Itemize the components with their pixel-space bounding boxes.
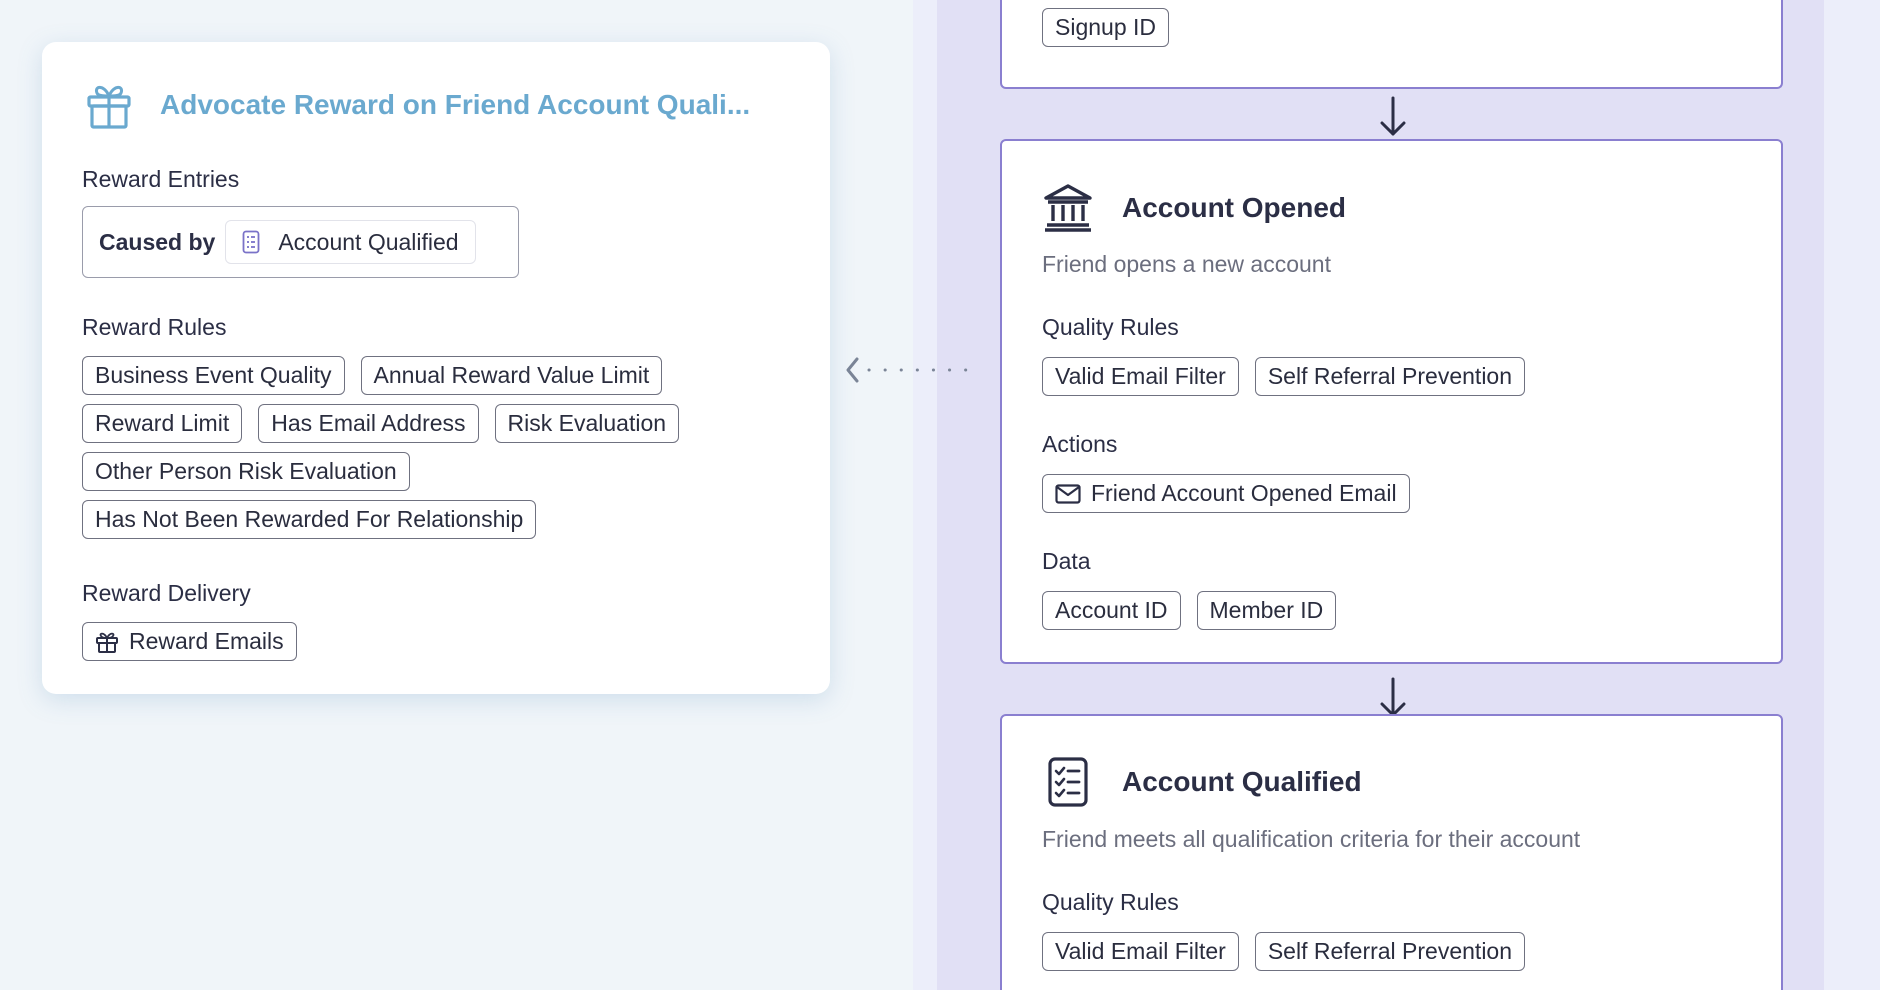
signup-data-chips: Signup ID <box>1042 8 1170 47</box>
checklist-icon <box>242 230 260 254</box>
caused-by-event-tag[interactable]: Account Qualified <box>225 220 476 264</box>
step-header: Account Qualified <box>1042 756 1362 808</box>
step-title: Account Qualified <box>1122 766 1362 797</box>
envelope-icon <box>1055 483 1081 504</box>
step-header: Account Opened <box>1042 182 1346 234</box>
reward-rule-chip[interactable]: Reward Limit <box>82 404 243 443</box>
data-label: Data <box>1042 548 1091 574</box>
action-chip-label: Friend Account Opened Email <box>1091 480 1397 506</box>
quality-rule-chip[interactable]: Self Referral Prevention <box>1254 357 1526 396</box>
reward-card-title[interactable]: Advocate Reward on Friend Account Quali.… <box>160 89 780 121</box>
caused-by-label: Caused by <box>99 228 216 255</box>
quality-rules-chips: Valid Email Filter Self Referral Prevent… <box>1042 357 1526 396</box>
workflow-canvas: Signup ID Account Opened Friend opens a … <box>0 0 1880 990</box>
quality-rule-chip[interactable]: Valid Email Filter <box>1042 357 1239 396</box>
data-chip[interactable]: Member ID <box>1196 591 1337 630</box>
reward-rule-chip[interactable]: Risk Evaluation <box>494 404 680 443</box>
step-title: Account Opened <box>1122 192 1347 223</box>
actions-label: Actions <box>1042 431 1118 457</box>
reward-rules-label: Reward Rules <box>82 314 227 340</box>
reward-delivery-chips: Reward Emails <box>82 622 297 661</box>
reward-rules-chips: Business Event Quality Annual Reward Val… <box>82 356 722 539</box>
quality-rules-label: Quality Rules <box>1042 314 1179 340</box>
caused-by-event-label: Account Qualified <box>278 228 459 255</box>
quality-rule-chip[interactable]: Self Referral Prevention <box>1254 932 1526 971</box>
reward-delivery-chip[interactable]: Reward Emails <box>82 622 297 661</box>
step-card-account-qualified[interactable]: Account Qualified Friend meets all quali… <box>1000 714 1783 990</box>
gift-icon <box>95 630 119 654</box>
quality-rules-label: Quality Rules <box>1042 889 1179 915</box>
flow-arrow-down-icon <box>1380 677 1406 717</box>
reward-card-header: Advocate Reward on Friend Account Quali.… <box>84 80 780 130</box>
reward-card[interactable]: Advocate Reward on Friend Account Quali.… <box>42 42 830 694</box>
data-chip[interactable]: Account ID <box>1042 591 1181 630</box>
checklist-icon <box>1042 756 1094 808</box>
reward-entries-label: Reward Entries <box>82 166 240 192</box>
action-chip-email[interactable]: Friend Account Opened Email <box>1042 474 1410 513</box>
gift-icon <box>84 80 134 130</box>
step-description: Friend meets all qualification criteria … <box>1042 826 1581 852</box>
reward-rule-chip[interactable]: Has Not Been Rewarded For Relationship <box>82 500 537 539</box>
reward-entry[interactable]: Caused by Account Qualified <box>82 206 519 278</box>
reward-rule-chip[interactable]: Has Email Address <box>258 404 479 443</box>
data-chip-signup-id[interactable]: Signup ID <box>1042 8 1170 47</box>
reward-rule-chip[interactable]: Other Person Risk Evaluation <box>82 452 410 491</box>
quality-rule-chip[interactable]: Valid Email Filter <box>1042 932 1239 971</box>
reward-delivery-label-text: Reward Emails <box>129 628 284 654</box>
bank-icon <box>1042 182 1094 234</box>
flow-arrow-down-icon <box>1380 96 1406 136</box>
data-chips: Account ID Member ID <box>1042 591 1337 630</box>
actions-chips: Friend Account Opened Email <box>1042 474 1410 513</box>
step-card-account-opened[interactable]: Account Opened Friend opens a new accoun… <box>1000 139 1783 664</box>
step-description: Friend opens a new account <box>1042 251 1331 277</box>
reward-rule-chip[interactable]: Business Event Quality <box>82 356 345 395</box>
reward-delivery-label: Reward Delivery <box>82 580 251 606</box>
reward-rule-chip[interactable]: Annual Reward Value Limit <box>360 356 663 395</box>
step-card-signup[interactable]: Signup ID <box>1000 0 1783 89</box>
quality-rules-chips: Valid Email Filter Self Referral Prevent… <box>1042 932 1526 971</box>
dotted-connector-arrow-icon <box>846 357 968 383</box>
